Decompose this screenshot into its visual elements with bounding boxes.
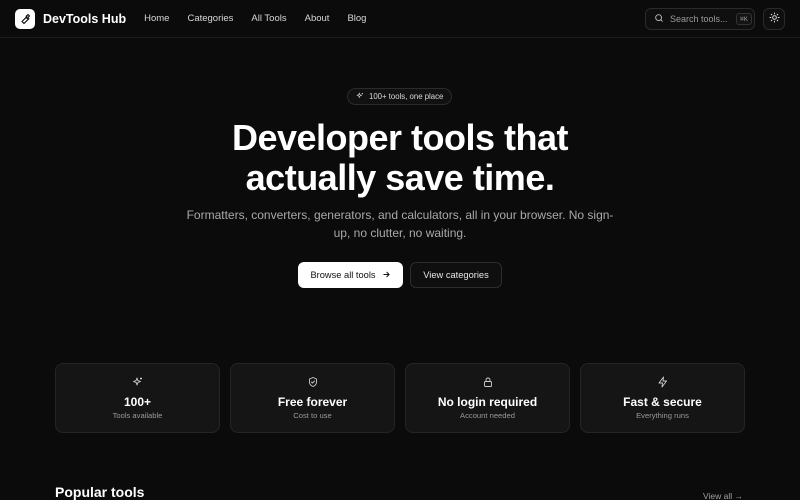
- feature-card-subtitle: Cost to use: [293, 411, 332, 420]
- feature-card-no-login: No login required Account needed: [405, 363, 570, 433]
- view-categories-label: View categories: [423, 270, 489, 280]
- top-nav: DevTools Hub Home Categories All Tools A…: [0, 0, 800, 38]
- lock-icon: [406, 376, 569, 388]
- search-shortcut: ⌘K: [736, 12, 752, 25]
- hero-subtitle: Formatters, converters, generators, and …: [186, 208, 614, 240]
- hero-title: Developer tools that actually save time.: [0, 118, 800, 198]
- nav-right: ⌘K: [645, 7, 785, 30]
- page: DevTools Hub Home Categories All Tools A…: [0, 0, 800, 500]
- feature-card-free: Free forever Cost to use: [230, 363, 395, 433]
- nav-link-blog[interactable]: Blog: [347, 13, 366, 24]
- theme-toggle-button[interactable]: [763, 7, 785, 30]
- feature-card-subtitle: Everything runs: [636, 411, 689, 420]
- popular-tools-title: Popular tools: [55, 484, 145, 500]
- nav-link-home[interactable]: Home: [144, 13, 169, 24]
- feature-card-subtitle: Tools available: [112, 411, 163, 420]
- wrench-icon: [15, 8, 35, 29]
- feature-card-title: No login required: [437, 395, 538, 409]
- browse-all-tools-button[interactable]: Browse all tools: [298, 262, 403, 288]
- arrow-right-icon: [382, 270, 391, 281]
- feature-cards: 100+ Tools available Free forever Cost t…: [55, 363, 745, 433]
- hero-title-line1: Developer tools that: [231, 117, 569, 158]
- feature-card-tools: 100+ Tools available: [55, 363, 220, 433]
- feature-card-title: 100+: [123, 395, 152, 409]
- search-icon: [654, 10, 664, 28]
- hero-badge-text: 100+ tools, one place: [369, 92, 444, 101]
- nav-link-categories[interactable]: Categories: [187, 13, 233, 24]
- view-all-link[interactable]: View all →: [703, 491, 743, 500]
- bolt-icon: [581, 376, 744, 388]
- search-input[interactable]: [670, 13, 730, 24]
- sparkle-icon: [356, 92, 364, 102]
- brand[interactable]: DevTools Hub: [15, 8, 127, 29]
- browse-all-tools-label: Browse all tools: [310, 270, 376, 280]
- shield-icon: [231, 376, 394, 388]
- nav-links: Home Categories All Tools About Blog: [144, 13, 366, 24]
- search-box[interactable]: ⌘K: [645, 7, 755, 30]
- hero-title-line2: actually save time.: [245, 157, 555, 198]
- sparkle-icon: [56, 376, 219, 388]
- feature-card-title: Fast & secure: [623, 395, 702, 409]
- hero-badge: 100+ tools, one place: [347, 88, 453, 105]
- brand-name: DevTools Hub: [43, 11, 127, 26]
- nav-link-all-tools[interactable]: All Tools: [251, 13, 286, 24]
- feature-card-fast: Fast & secure Everything runs: [580, 363, 745, 433]
- sun-icon: [768, 10, 780, 28]
- feature-card-subtitle: Account needed: [460, 411, 515, 420]
- feature-card-title: Free forever: [277, 395, 348, 409]
- view-categories-button[interactable]: View categories: [410, 262, 502, 288]
- nav-link-about[interactable]: About: [305, 13, 330, 24]
